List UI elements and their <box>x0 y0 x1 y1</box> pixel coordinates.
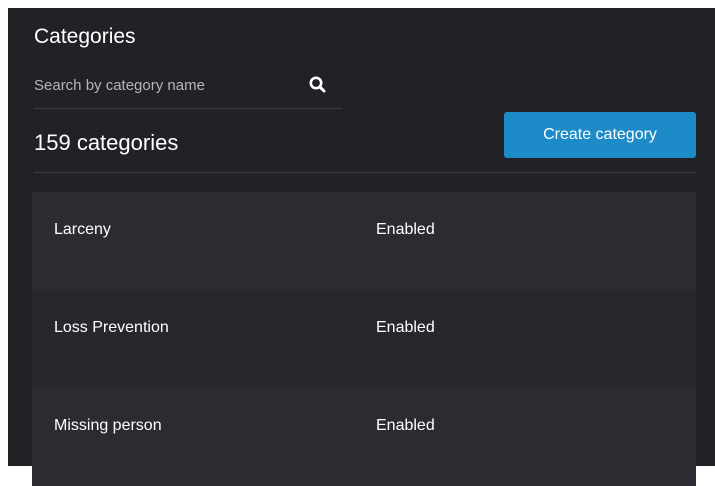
category-status: Enabled <box>376 417 435 434</box>
create-category-button[interactable]: Create category <box>504 112 696 158</box>
category-name: Loss Prevention <box>54 319 169 336</box>
categories-panel: Categories 159 categories Create categor… <box>8 8 715 486</box>
category-row[interactable]: Missing person Enabled <box>32 388 696 486</box>
category-list: Larceny Enabled Loss Prevention Enabled … <box>32 192 696 486</box>
category-row[interactable]: Loss Prevention Enabled <box>32 290 696 388</box>
category-count: 159 categories <box>34 130 179 155</box>
category-row[interactable]: Larceny Enabled <box>32 192 696 290</box>
search-input[interactable] <box>34 70 294 100</box>
category-name: Larceny <box>54 221 111 238</box>
category-status: Enabled <box>376 221 435 238</box>
page-title: Categories <box>34 25 136 48</box>
search-box <box>34 70 342 109</box>
category-name: Missing person <box>54 417 162 434</box>
divider <box>34 172 696 173</box>
category-status: Enabled <box>376 319 435 336</box>
search-icon[interactable] <box>308 75 328 95</box>
